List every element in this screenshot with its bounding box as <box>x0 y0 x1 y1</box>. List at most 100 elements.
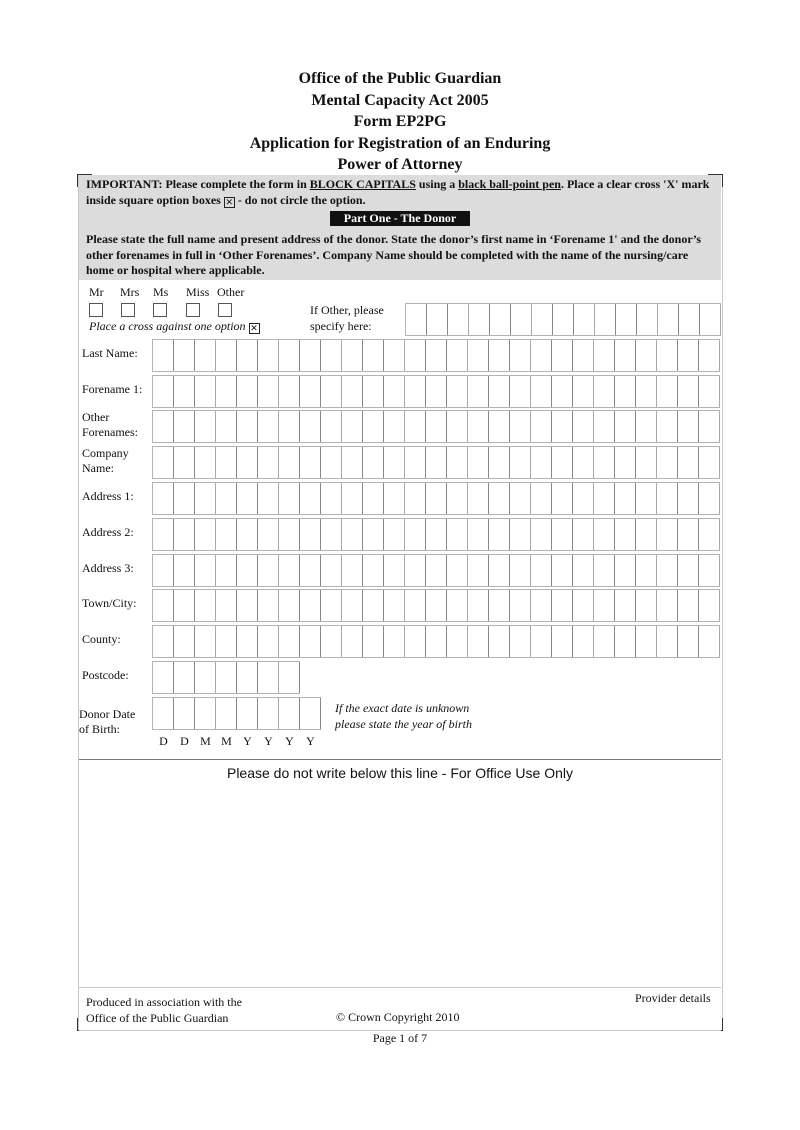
letter-cell[interactable] <box>216 698 237 729</box>
letter-cell[interactable] <box>406 304 427 335</box>
letter-cell[interactable] <box>448 304 469 335</box>
letter-cell[interactable] <box>321 626 342 657</box>
letter-cell[interactable] <box>363 411 384 442</box>
letter-cell[interactable] <box>678 555 699 586</box>
letter-cell[interactable] <box>279 662 300 693</box>
letter-cell[interactable] <box>468 483 489 514</box>
letter-cell[interactable] <box>447 411 468 442</box>
letter-cell[interactable] <box>636 626 657 657</box>
letter-cell[interactable] <box>384 626 405 657</box>
letter-cell[interactable] <box>637 304 658 335</box>
letter-cell[interactable] <box>468 519 489 550</box>
letter-cell[interactable] <box>216 340 237 371</box>
letter-cell[interactable] <box>300 626 321 657</box>
letter-cell[interactable] <box>237 555 258 586</box>
letter-cell[interactable] <box>531 519 552 550</box>
letter-cell[interactable] <box>279 555 300 586</box>
last-name-input[interactable] <box>152 339 720 372</box>
letter-cell[interactable] <box>237 519 258 550</box>
letter-cell[interactable] <box>510 411 531 442</box>
letter-cell[interactable] <box>615 555 636 586</box>
letter-cell[interactable] <box>258 447 279 478</box>
letter-cell[interactable] <box>447 519 468 550</box>
letter-cell[interactable] <box>384 519 405 550</box>
letter-cell[interactable] <box>447 376 468 407</box>
letter-cell[interactable] <box>615 590 636 621</box>
letter-cell[interactable] <box>657 483 678 514</box>
letter-cell[interactable] <box>153 519 174 550</box>
letter-cell[interactable] <box>636 447 657 478</box>
letter-cell[interactable] <box>657 411 678 442</box>
letter-cell[interactable] <box>699 483 720 514</box>
letter-cell[interactable] <box>342 555 363 586</box>
letter-cell[interactable] <box>594 590 615 621</box>
letter-cell[interactable] <box>594 626 615 657</box>
letter-cell[interactable] <box>216 447 237 478</box>
letter-cell[interactable] <box>552 519 573 550</box>
letter-cell[interactable] <box>342 411 363 442</box>
checkbox-ms[interactable] <box>153 303 167 317</box>
letter-cell[interactable] <box>279 483 300 514</box>
checkbox-miss[interactable] <box>186 303 200 317</box>
letter-cell[interactable] <box>321 376 342 407</box>
letter-cell[interactable] <box>384 411 405 442</box>
letter-cell[interactable] <box>636 483 657 514</box>
letter-cell[interactable] <box>615 340 636 371</box>
letter-cell[interactable] <box>258 411 279 442</box>
letter-cell[interactable] <box>405 555 426 586</box>
letter-cell[interactable] <box>258 340 279 371</box>
letter-cell[interactable] <box>153 483 174 514</box>
letter-cell[interactable] <box>405 376 426 407</box>
letter-cell[interactable] <box>489 519 510 550</box>
letter-cell[interactable] <box>216 555 237 586</box>
letter-cell[interactable] <box>531 590 552 621</box>
letter-cell[interactable] <box>279 698 300 729</box>
letter-cell[interactable] <box>699 519 720 550</box>
letter-cell[interactable] <box>510 555 531 586</box>
letter-cell[interactable] <box>678 626 699 657</box>
letter-cell[interactable] <box>363 519 384 550</box>
letter-cell[interactable] <box>363 590 384 621</box>
letter-cell[interactable] <box>237 626 258 657</box>
letter-cell[interactable] <box>321 447 342 478</box>
letter-cell[interactable] <box>595 304 616 335</box>
letter-cell[interactable] <box>532 304 553 335</box>
letter-cell[interactable] <box>573 340 594 371</box>
letter-cell[interactable] <box>174 698 195 729</box>
letter-cell[interactable] <box>468 590 489 621</box>
letter-cell[interactable] <box>216 519 237 550</box>
letter-cell[interactable] <box>195 483 216 514</box>
letter-cell[interactable] <box>237 483 258 514</box>
letter-cell[interactable] <box>678 590 699 621</box>
letter-cell[interactable] <box>174 626 195 657</box>
letter-cell[interactable] <box>552 483 573 514</box>
letter-cell[interactable] <box>489 447 510 478</box>
letter-cell[interactable] <box>657 555 678 586</box>
letter-cell[interactable] <box>237 340 258 371</box>
letter-cell[interactable] <box>594 376 615 407</box>
letter-cell[interactable] <box>699 411 720 442</box>
letter-cell[interactable] <box>510 590 531 621</box>
county-input[interactable] <box>152 625 720 658</box>
letter-cell[interactable] <box>300 483 321 514</box>
letter-cell[interactable] <box>658 304 679 335</box>
letter-cell[interactable] <box>511 304 532 335</box>
letter-cell[interactable] <box>573 555 594 586</box>
letter-cell[interactable] <box>447 555 468 586</box>
letter-cell[interactable] <box>153 590 174 621</box>
letter-cell[interactable] <box>195 590 216 621</box>
letter-cell[interactable] <box>216 590 237 621</box>
letter-cell[interactable] <box>573 411 594 442</box>
letter-cell[interactable] <box>615 376 636 407</box>
letter-cell[interactable] <box>258 519 279 550</box>
letter-cell[interactable] <box>279 376 300 407</box>
letter-cell[interactable] <box>153 411 174 442</box>
letter-cell[interactable] <box>510 447 531 478</box>
letter-cell[interactable] <box>427 304 448 335</box>
letter-cell[interactable] <box>657 519 678 550</box>
letter-cell[interactable] <box>594 411 615 442</box>
letter-cell[interactable] <box>678 411 699 442</box>
letter-cell[interactable] <box>615 447 636 478</box>
letter-cell[interactable] <box>195 376 216 407</box>
letter-cell[interactable] <box>573 590 594 621</box>
